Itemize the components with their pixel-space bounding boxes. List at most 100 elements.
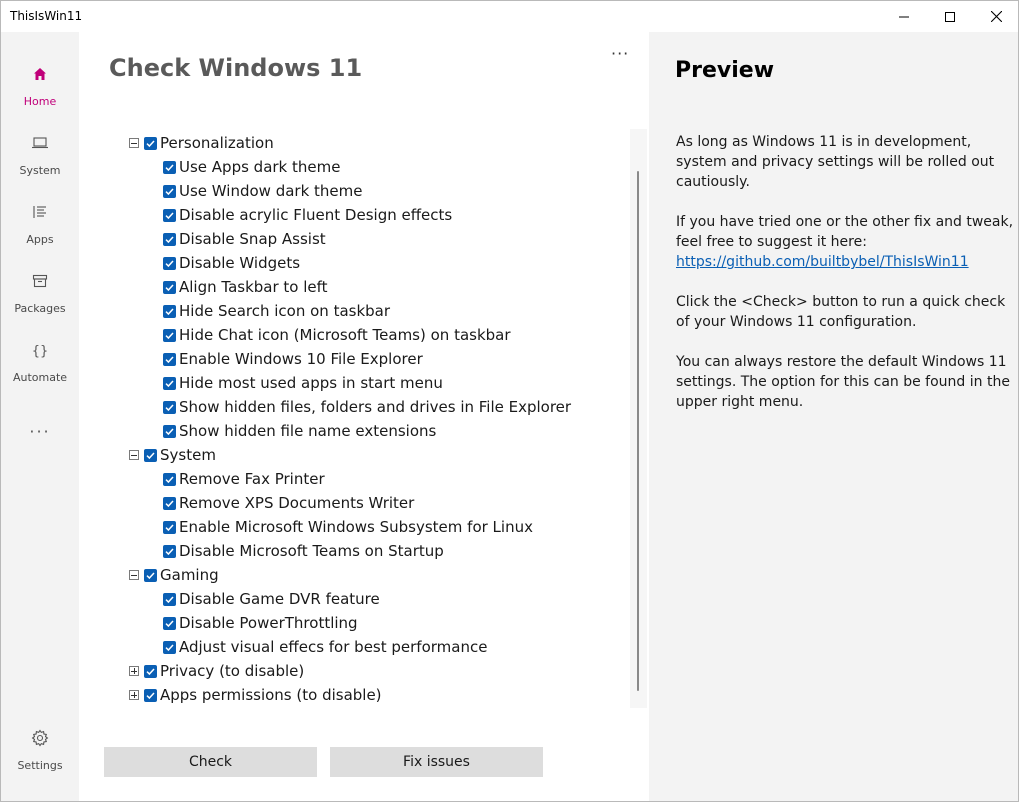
checkmark-icon (165, 427, 174, 435)
tree-item-label: Apps permissions (to disable) (160, 686, 382, 704)
tree-item[interactable]: Align Taskbar to left (129, 275, 629, 299)
sidebar-item-system[interactable]: System (1, 133, 79, 177)
checkmark-icon (165, 619, 174, 627)
checkbox[interactable] (163, 472, 176, 486)
sidebar-item-packages[interactable]: Packages (1, 271, 79, 315)
checkmark-icon (165, 187, 174, 195)
tree-item-label: Disable Microsoft Teams on Startup (179, 542, 444, 560)
close-button[interactable] (973, 1, 1019, 32)
tree-item[interactable]: Disable Game DVR feature (129, 587, 629, 611)
tree-item-label: Adjust visual effecs for best performanc… (179, 638, 488, 656)
tree-item[interactable]: Disable Snap Assist (129, 227, 629, 251)
tree-item-label: Personalization (160, 134, 274, 152)
tree-item[interactable]: Disable PowerThrottling (129, 611, 629, 635)
tree-item[interactable]: Enable Microsoft Windows Subsystem for L… (129, 515, 629, 539)
checkbox[interactable] (163, 304, 176, 318)
tree-item[interactable]: Remove XPS Documents Writer (129, 491, 629, 515)
checkbox[interactable] (163, 400, 176, 414)
scrollbar-thumb[interactable] (637, 171, 639, 691)
collapse-icon[interactable] (129, 570, 139, 580)
checkbox[interactable] (163, 616, 176, 630)
checkbox[interactable] (163, 328, 176, 342)
checkbox[interactable] (144, 568, 157, 582)
tree-item[interactable]: Hide Chat icon (Microsoft Teams) on task… (129, 323, 629, 347)
expand-icon[interactable] (129, 690, 139, 700)
tree-item[interactable]: Disable Widgets (129, 251, 629, 275)
expand-icon[interactable] (129, 666, 139, 676)
maximize-button[interactable] (927, 1, 973, 32)
tree-item[interactable]: Show hidden file name extensions (129, 419, 629, 443)
main-panel: Check Windows 11 ··· Personalization Use … (79, 32, 649, 801)
collapse-icon[interactable] (129, 450, 139, 460)
svg-text:{}: {} (32, 344, 48, 359)
sidebar: Home System Apps Packages {} Automate ··… (1, 32, 79, 801)
sidebar-item-automate[interactable]: {} Automate (1, 340, 79, 384)
checkmark-icon (146, 691, 155, 699)
close-icon (990, 11, 1002, 22)
page-title: Check Windows 11 (109, 54, 363, 82)
github-link[interactable]: https://github.com/builtbybel/ThisIsWin1… (676, 254, 969, 270)
tree-item[interactable]: Hide most used apps in start menu (129, 371, 629, 395)
preview-paragraph: You can always restore the default Windo… (676, 354, 1010, 410)
tree-item[interactable]: Use Window dark theme (129, 179, 629, 203)
tree-item[interactable]: Remove Fax Printer (129, 467, 629, 491)
more-options-button[interactable]: ··· (611, 44, 629, 63)
checkmark-icon (165, 211, 174, 219)
checkbox[interactable] (163, 160, 176, 174)
tweaks-tree: Personalization Use Apps dark theme Use Wi… (129, 131, 629, 707)
sidebar-item-apps[interactable]: Apps (1, 202, 79, 246)
checkbox[interactable] (163, 496, 176, 510)
checkbox[interactable] (163, 640, 176, 654)
tree-item-label: Hide most used apps in start menu (179, 374, 443, 392)
checkbox[interactable] (144, 136, 157, 150)
sidebar-item-label: Apps (26, 233, 54, 246)
minimize-icon (899, 16, 909, 17)
checkbox[interactable] (163, 280, 176, 294)
tree-item[interactable]: Disable Microsoft Teams on Startup (129, 539, 629, 563)
tree-group[interactable]: Privacy (to disable) (129, 659, 629, 683)
checkbox[interactable] (163, 256, 176, 270)
checkbox[interactable] (144, 688, 157, 702)
tree-item[interactable]: Show hidden files, folders and drives in… (129, 395, 629, 419)
checkbox[interactable] (163, 520, 176, 534)
tree-item-label: Remove XPS Documents Writer (179, 494, 415, 512)
tree-group[interactable]: Personalization (129, 131, 629, 155)
tree-item[interactable]: Adjust visual effecs for best performanc… (129, 635, 629, 659)
tree-scrollbar[interactable] (630, 129, 647, 708)
tree-item[interactable]: Hide Search icon on taskbar (129, 299, 629, 323)
tree-item[interactable]: Disable acrylic Fluent Design effects (129, 203, 629, 227)
checkmark-icon (165, 355, 174, 363)
checkbox[interactable] (163, 352, 176, 366)
window-title: ThisIsWin11 (10, 9, 83, 23)
sidebar-more-button[interactable]: ··· (1, 422, 79, 441)
list-icon (33, 206, 46, 218)
checkbox[interactable] (144, 448, 157, 462)
collapse-icon[interactable] (129, 138, 139, 148)
sidebar-item-settings[interactable]: Settings (1, 728, 79, 772)
checkbox[interactable] (163, 376, 176, 390)
checkmark-icon (165, 403, 174, 411)
checkmark-icon (146, 451, 155, 459)
tree-item[interactable]: Use Apps dark theme (129, 155, 629, 179)
sidebar-item-label: Automate (12, 371, 68, 384)
tree-group[interactable]: Apps permissions (to disable) (129, 683, 629, 707)
sidebar-item-home[interactable]: Home (1, 64, 79, 108)
checkbox[interactable] (163, 544, 176, 558)
checkmark-icon (165, 499, 174, 507)
tree-item[interactable]: Enable Windows 10 File Explorer (129, 347, 629, 371)
checkbox[interactable] (163, 208, 176, 222)
fix-issues-button[interactable]: Fix issues (330, 747, 543, 777)
tree-group[interactable]: Gaming (129, 563, 629, 587)
checkbox[interactable] (163, 592, 176, 606)
checkbox[interactable] (163, 424, 176, 438)
preview-panel: Preview As long as Windows 11 is in deve… (649, 32, 1018, 801)
checkmark-icon (165, 595, 174, 603)
tree-group[interactable]: System (129, 443, 629, 467)
sidebar-item-label: Packages (14, 302, 66, 315)
checkbox[interactable] (144, 664, 157, 678)
checkbox[interactable] (163, 184, 176, 198)
check-button[interactable]: Check (104, 747, 317, 777)
checkbox[interactable] (163, 232, 176, 246)
sidebar-item-label: Home (23, 95, 57, 108)
minimize-button[interactable] (881, 1, 927, 32)
